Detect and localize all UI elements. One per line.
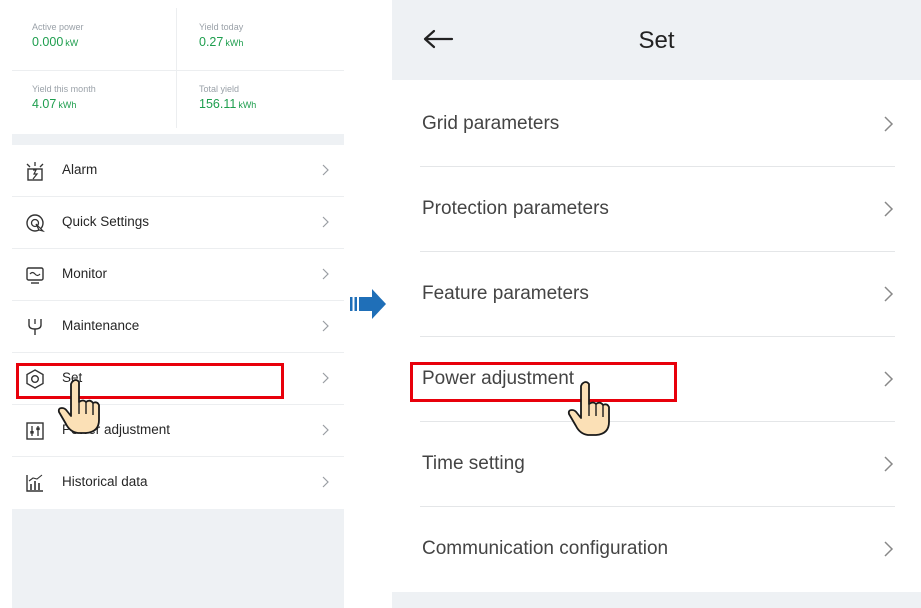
list-item-label: Feature parameters xyxy=(422,283,589,304)
list-item-time-setting[interactable]: Time setting xyxy=(392,422,921,507)
chevron-right-icon xyxy=(322,164,329,176)
historical-data-icon xyxy=(26,474,43,492)
menu-item-label: Alarm xyxy=(62,162,98,177)
home-screen: Active power 0.000 kW Yield today 0.27 kWh… xyxy=(12,0,344,608)
page-title: Set xyxy=(638,27,675,54)
chevron-right-icon xyxy=(322,216,329,228)
chevron-right-icon xyxy=(322,268,329,280)
menu-item-label: Historical data xyxy=(62,474,148,489)
stat-active-power: Active power 0.000 kW xyxy=(32,22,182,77)
stat-yield-today: Yield today 0.27 kWh xyxy=(199,22,349,77)
chevron-right-icon xyxy=(884,116,894,132)
stat-unit: kWh xyxy=(238,100,257,110)
menu-item-alarm[interactable]: Alarm xyxy=(12,145,344,197)
menu-item-label: Quick Settings xyxy=(62,214,150,229)
list-item-protection-parameters[interactable]: Protection parameters xyxy=(392,167,921,252)
home-menu: Alarm Quick Settings Monitor Maintenance… xyxy=(12,145,344,509)
list-item-feature-parameters[interactable]: Feature parameters xyxy=(392,252,921,337)
chevron-right-icon xyxy=(884,541,894,557)
list-item-label: Protection parameters xyxy=(422,198,609,219)
chevron-right-icon xyxy=(884,371,894,387)
list-item-label: Communication configuration xyxy=(422,538,669,559)
stat-label: Total yield xyxy=(199,84,240,94)
footer-bar xyxy=(392,592,921,608)
maintenance-icon xyxy=(28,319,42,335)
stat-unit: kWh xyxy=(58,100,77,110)
chevron-right-icon xyxy=(322,476,329,488)
menu-item-quick-settings[interactable]: Quick Settings xyxy=(12,197,344,249)
menu-item-maintenance[interactable]: Maintenance xyxy=(12,301,344,353)
stat-label: Active power xyxy=(32,22,84,32)
stat-label: Yield this month xyxy=(32,84,96,94)
stat-value: 0.27 kWh xyxy=(199,35,244,49)
chevron-right-icon xyxy=(322,372,329,384)
menu-item-monitor[interactable]: Monitor xyxy=(12,249,344,301)
highlight-box-power-adjustment xyxy=(410,362,677,402)
list-item-grid-parameters[interactable]: Grid parameters xyxy=(392,82,921,167)
stat-unit: kWh xyxy=(225,38,244,48)
quick-settings-icon xyxy=(26,214,45,233)
chevron-right-icon xyxy=(884,201,894,217)
set-screen: Set Grid parameters Protection parameter… xyxy=(392,0,921,608)
arrow-right-icon xyxy=(350,289,386,319)
set-list: Grid parameters Protection parameters Fe… xyxy=(392,82,921,592)
menu-item-label: Monitor xyxy=(62,266,108,281)
stat-total-yield: Total yield 156.11 kWh xyxy=(199,84,349,139)
stat-unit: kW xyxy=(65,38,79,48)
menu-item-historical-data[interactable]: Historical data xyxy=(12,457,344,509)
stat-value: 156.11 kWh xyxy=(199,97,257,111)
stat-value: 0.000 kW xyxy=(32,35,79,49)
stat-label: Yield today xyxy=(199,22,244,32)
chevron-right-icon xyxy=(884,456,894,472)
stat-value: 4.07 kWh xyxy=(32,97,77,111)
list-item-label: Time setting xyxy=(422,453,525,474)
pointing-hand-icon xyxy=(567,381,610,436)
monitor-icon xyxy=(26,267,44,284)
chevron-right-icon xyxy=(322,424,329,436)
pointing-hand-icon xyxy=(57,379,100,434)
chevron-right-icon xyxy=(322,320,329,332)
power-adjustment-icon xyxy=(26,422,44,440)
set-header: Set xyxy=(392,0,921,80)
menu-item-label: Maintenance xyxy=(62,318,140,333)
stat-yield-this-month: Yield this month 4.07 kWh xyxy=(32,84,182,139)
alarm-icon xyxy=(26,162,44,181)
list-item-label: Grid parameters xyxy=(422,113,560,134)
yield-stats-card: Active power 0.000 kW Yield today 0.27 kWh… xyxy=(12,0,344,134)
chevron-right-icon xyxy=(884,286,894,302)
list-item-communication-configuration[interactable]: Communication configuration xyxy=(392,507,921,592)
